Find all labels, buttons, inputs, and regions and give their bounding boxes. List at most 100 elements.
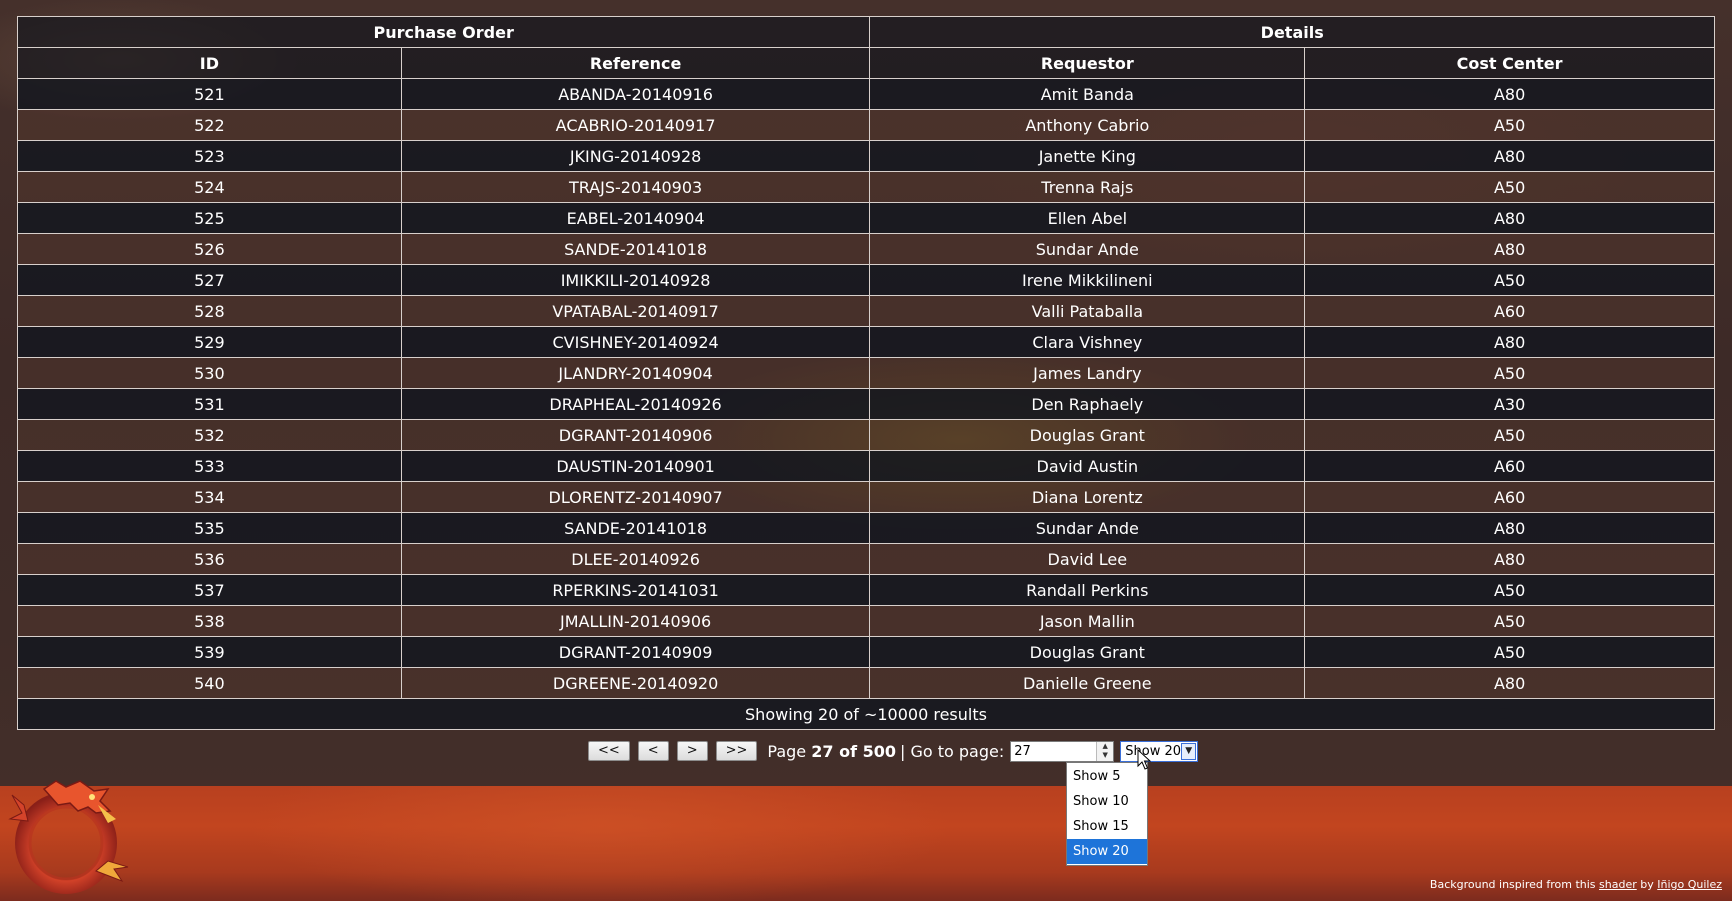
cell-id: 530 <box>17 357 402 389</box>
goto-page-field[interactable]: ▲ ▼ <box>1010 740 1115 762</box>
previous-page-button[interactable]: < <box>637 741 669 761</box>
cell-reference: SANDE-20141018 <box>400 233 871 265</box>
cell-cost-center: A80 <box>1304 543 1715 575</box>
table-row: 533 DAUSTIN-20140901 David Austin A60 <box>17 450 1715 482</box>
cell-id: 532 <box>17 419 402 451</box>
table-row: 537 RPERKINS-20141031 Randall Perkins A50 <box>17 574 1715 606</box>
cell-requestor: Sundar Ande <box>869 512 1306 544</box>
cell-reference: DGRANT-20140909 <box>400 636 871 668</box>
spin-down-icon[interactable]: ▼ <box>1097 751 1113 760</box>
cell-requestor: Randall Perkins <box>869 574 1306 606</box>
cell-id: 536 <box>17 543 402 575</box>
cell-cost-center: A50 <box>1304 171 1715 203</box>
table-row: 529 CVISHNEY-20140924 Clara Vishney A80 <box>17 326 1715 358</box>
cell-cost-center: A30 <box>1304 388 1715 420</box>
cell-requestor: Den Raphaely <box>869 388 1306 420</box>
cell-reference: IMIKKILI-20140928 <box>400 264 871 296</box>
cell-requestor: Ellen Abel <box>869 202 1306 234</box>
table-row: 521 ABANDA-20140916 Amit Banda A80 <box>17 78 1715 110</box>
first-page-button[interactable]: << <box>588 741 630 761</box>
cell-requestor: Valli Pataballa <box>869 295 1306 327</box>
next-page-button[interactable]: > <box>676 741 708 761</box>
cell-cost-center: A80 <box>1304 140 1715 172</box>
cell-cost-center: A50 <box>1304 605 1715 637</box>
cell-reference: DAUSTIN-20140901 <box>400 450 871 482</box>
cell-cost-center: A80 <box>1304 512 1715 544</box>
cell-reference: SANDE-20141018 <box>400 512 871 544</box>
goto-page-input[interactable] <box>1011 741 1099 761</box>
cell-cost-center: A50 <box>1304 574 1715 606</box>
cell-requestor: Janette King <box>869 140 1306 172</box>
cell-id: 526 <box>17 233 402 265</box>
page-size-option[interactable]: Show 10 <box>1067 789 1147 814</box>
table-row: 525 EABEL-20140904 Ellen Abel A80 <box>17 202 1715 234</box>
page-prefix: Page <box>767 741 812 761</box>
cell-id: 522 <box>17 109 402 141</box>
column-header-cost-center[interactable]: Cost Center <box>1304 47 1715 79</box>
group-header-row: Purchase Order Details <box>16 16 1715 48</box>
credit-prefix: Background inspired from this <box>1429 878 1600 891</box>
chevron-down-icon[interactable]: ▼ <box>1181 742 1197 760</box>
group-header-purchase-order: Purchase Order <box>16 16 871 48</box>
cell-id: 523 <box>17 140 402 172</box>
column-header-requestor[interactable]: Requestor <box>869 47 1306 79</box>
shader-link[interactable]: shader <box>1599 878 1637 891</box>
cell-reference: JKING-20140928 <box>400 140 871 172</box>
cell-requestor: James Landry <box>869 357 1306 389</box>
cell-requestor: Amit Banda <box>869 78 1306 110</box>
column-header-reference[interactable]: Reference <box>400 47 871 79</box>
last-page-button[interactable]: >> <box>715 741 758 761</box>
cell-reference: EABEL-20140904 <box>400 202 871 234</box>
spin-up-icon[interactable]: ▲ <box>1097 742 1113 751</box>
cell-cost-center: A80 <box>1304 78 1715 110</box>
spinner-arrows-icon[interactable]: ▲ ▼ <box>1096 741 1114 761</box>
table-row: 535 SANDE-20141018 Sundar Ande A80 <box>17 512 1715 544</box>
cell-id: 534 <box>17 481 402 513</box>
cell-cost-center: A80 <box>1304 667 1715 699</box>
page-size-select[interactable]: Show 20 ▼ <box>1120 740 1199 762</box>
table-row: 540 DGREENE-20140920 Danielle Greene A80 <box>17 667 1715 699</box>
cell-id: 539 <box>17 636 402 668</box>
table-row: 524 TRAJS-20140903 Trenna Rajs A50 <box>17 171 1715 203</box>
cell-id: 527 <box>17 264 402 296</box>
author-link[interactable]: Iñigo Quilez <box>1657 878 1722 891</box>
cell-requestor: Trenna Rajs <box>869 171 1306 203</box>
cell-reference: VPATABAL-20140917 <box>400 295 871 327</box>
table-row: 538 JMALLIN-20140906 Jason Mallin A50 <box>17 605 1715 637</box>
goto-page-label: | Go to page: <box>900 741 1005 761</box>
cell-reference: JLANDRY-20140904 <box>400 357 871 389</box>
cell-reference: ACABRIO-20140917 <box>400 109 871 141</box>
cell-id: 525 <box>17 202 402 234</box>
cell-requestor: Sundar Ande <box>869 233 1306 265</box>
cell-reference: DGRANT-20140906 <box>400 419 871 451</box>
table-row: 522 ACABRIO-20140917 Anthony Cabrio A50 <box>17 109 1715 141</box>
table-row: 527 IMIKKILI-20140928 Irene Mikkilineni A50 <box>17 264 1715 296</box>
cell-id: 528 <box>17 295 402 327</box>
mouse-pointer-icon <box>1137 749 1151 770</box>
table-row: 536 DLEE-20140926 David Lee A80 <box>17 543 1715 575</box>
cell-reference: TRAJS-20140903 <box>400 171 871 203</box>
cell-requestor: Irene Mikkilineni <box>869 264 1306 296</box>
cell-id: 533 <box>17 450 402 482</box>
cell-cost-center: A50 <box>1304 357 1715 389</box>
table-row: 539 DGRANT-20140909 Douglas Grant A50 <box>17 636 1715 668</box>
table-row: 534 DLORENTZ-20140907 Diana Lorentz A60 <box>17 481 1715 513</box>
cell-id: 535 <box>17 512 402 544</box>
cell-cost-center: A60 <box>1304 481 1715 513</box>
purchase-order-table-container: Purchase Order Details ID Reference Requ… <box>16 16 1715 730</box>
table-row: 530 JLANDRY-20140904 James Landry A50 <box>17 357 1715 389</box>
page-size-option[interactable]: Show 5 <box>1067 764 1147 789</box>
pagination-bar: << < > >> Page 27 of 500 | Go to page: ▲… <box>588 740 1199 762</box>
page-size-option[interactable]: Show 15 <box>1067 814 1147 839</box>
cell-id: 540 <box>17 667 402 699</box>
table-body: 521 ABANDA-20140916 Amit Banda A80 522 ACABRI… <box>17 78 1715 699</box>
cell-requestor: David Lee <box>869 543 1306 575</box>
column-header-id[interactable]: ID <box>17 47 402 79</box>
table-row: 528 VPATABAL-20140917 Valli Pataballa A60 <box>17 295 1715 327</box>
page-size-option[interactable]: Show 20 <box>1067 839 1147 864</box>
cell-id: 521 <box>17 78 402 110</box>
cell-requestor: Danielle Greene <box>869 667 1306 699</box>
cell-cost-center: A60 <box>1304 450 1715 482</box>
cell-reference: DRAPHEAL-20140926 <box>400 388 871 420</box>
cell-cost-center: A80 <box>1304 233 1715 265</box>
